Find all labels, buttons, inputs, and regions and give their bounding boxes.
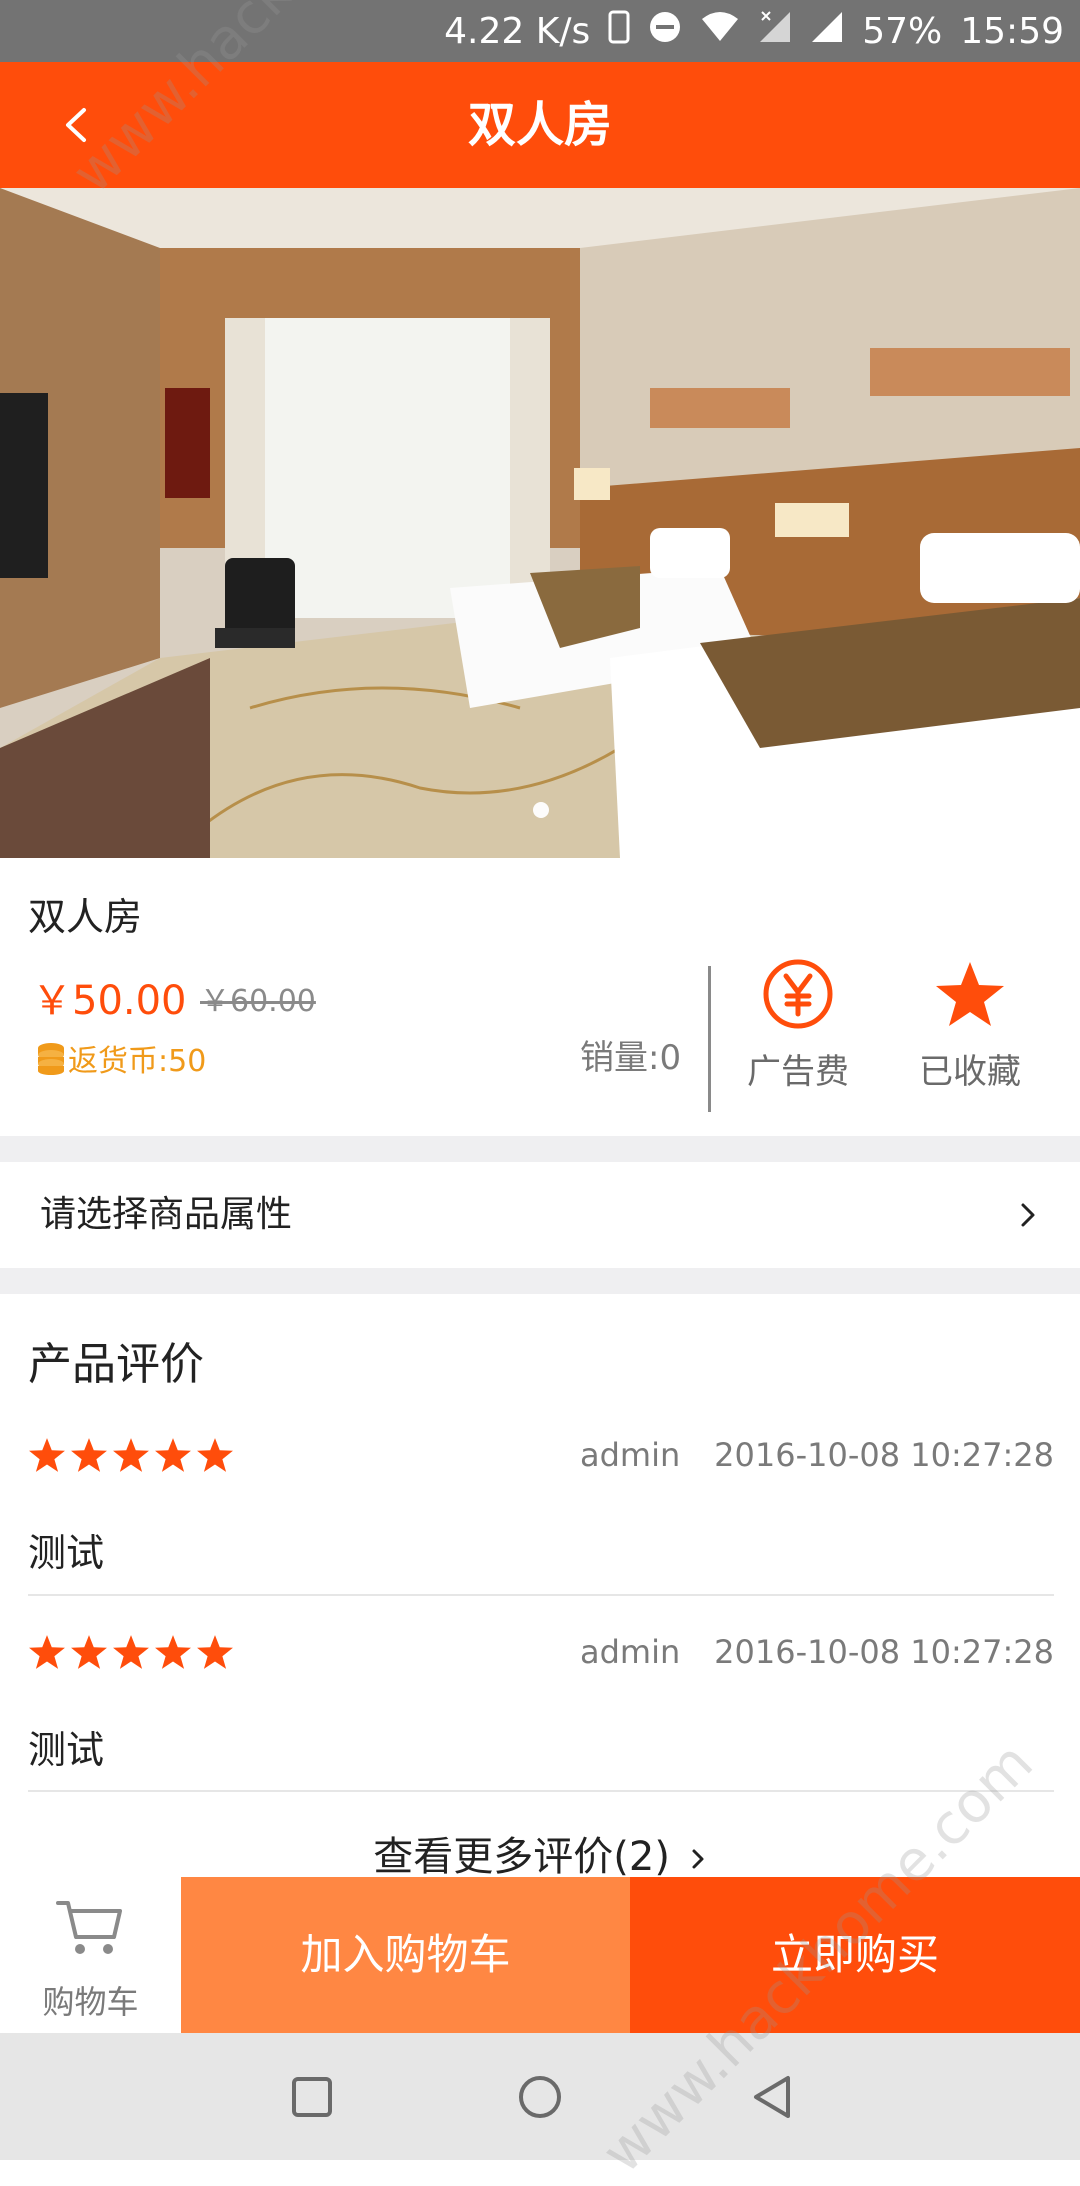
cart-icon — [56, 1901, 122, 1954]
reviews-section: 产品评价 admin 2016-10-08 10:27:28 测试 admin … — [0, 1294, 1080, 1880]
chevron-right-icon — [692, 1849, 704, 1869]
review-item: admin 2016-10-08 10:27:28 测试 — [0, 1414, 1080, 1610]
star-icon — [113, 1438, 149, 1472]
favorite-label: 已收藏 — [919, 1052, 1021, 1092]
section-gap — [0, 1136, 1080, 1162]
add-to-cart-button[interactable]: 加入购物车 — [181, 1877, 630, 2033]
bottom-action-bar: 购物车 加入购物车 立即购买 — [0, 1877, 1080, 2033]
battery-level: 57% — [862, 10, 943, 52]
divider — [28, 1594, 1054, 1596]
star-icon — [936, 962, 1004, 1026]
coin-reward-text: 返货币:50 — [68, 1044, 207, 1079]
star-icon — [155, 1438, 191, 1472]
reviews-title: 产品评价 — [28, 1339, 204, 1390]
star-icon — [197, 1438, 233, 1472]
view-more-reviews-link[interactable]: 查看更多评价(2) — [0, 1824, 1080, 1882]
dnd-icon — [648, 10, 682, 53]
recents-icon[interactable] — [290, 2075, 334, 2119]
top-app-bar: 双人房 — [0, 62, 1080, 188]
star-icon — [29, 1635, 65, 1669]
sales-count: 销量:0 — [580, 1038, 682, 1078]
star-icon — [197, 1635, 233, 1669]
review-text: 测试 — [28, 1531, 105, 1575]
review-date: 2016-10-08 10:27:28 — [714, 1633, 1054, 1671]
signal-x-icon — [758, 10, 792, 53]
yuan-icon — [763, 959, 833, 1029]
review-rating — [28, 1633, 234, 1671]
signal-icon — [810, 10, 844, 53]
ad-fee-label: 广告费 — [747, 1052, 849, 1092]
vertical-divider — [708, 966, 711, 1112]
original-price: ￥60.00 — [200, 984, 316, 1019]
back-icon[interactable] — [750, 2074, 794, 2120]
phone-icon — [608, 10, 630, 53]
attribute-selector-row[interactable]: 请选择商品属性 — [0, 1162, 1080, 1268]
system-nav-bar — [0, 2033, 1080, 2160]
review-user: admin — [580, 1436, 681, 1474]
section-gap — [0, 1268, 1080, 1294]
product-name: 双人房 — [28, 895, 143, 939]
carousel-indicator-dot — [533, 802, 549, 818]
review-user: admin — [580, 1633, 681, 1671]
review-text: 测试 — [28, 1728, 105, 1772]
review-rating — [28, 1436, 234, 1474]
chevron-right-icon — [1021, 1203, 1035, 1227]
star-icon — [71, 1438, 107, 1472]
clock: 15:59 — [960, 10, 1064, 52]
attribute-selector-label: 请选择商品属性 — [40, 1194, 293, 1235]
page-title: 双人房 — [467, 97, 612, 153]
product-info-section: 双人房 ￥50.00 ￥60.00 返货币:50 销量:0 广告费 已收藏 — [0, 858, 1080, 1136]
star-icon — [155, 1635, 191, 1669]
coin-reward: 返货币:50 — [36, 1036, 206, 1080]
product-price: ￥50.00 — [32, 978, 187, 1024]
cart-label: 购物车 — [42, 1983, 139, 2021]
star-icon — [113, 1635, 149, 1669]
cart-button[interactable]: 购物车 — [0, 1877, 181, 2033]
wifi-icon — [700, 11, 740, 52]
review-item: admin 2016-10-08 10:27:28 测试 — [0, 1611, 1080, 1807]
home-icon[interactable] — [517, 2074, 563, 2120]
review-date: 2016-10-08 10:27:28 — [714, 1436, 1054, 1474]
hotel-room-photo — [0, 188, 1080, 858]
coin-icon — [38, 1043, 64, 1075]
status-bar: 4.22 K/s 57% 15:59 — [0, 0, 1080, 62]
network-speed: 4.22 K/s — [444, 10, 591, 52]
divider — [28, 1790, 1054, 1792]
star-icon — [71, 1635, 107, 1669]
buy-now-button[interactable]: 立即购买 — [630, 1877, 1080, 2033]
star-icon — [29, 1438, 65, 1472]
ad-fee-button[interactable]: 广告费 — [713, 958, 883, 1093]
view-more-reviews-label: 查看更多评价(2) — [373, 1834, 670, 1880]
product-image-carousel[interactable] — [0, 188, 1080, 858]
favorite-button[interactable]: 已收藏 — [885, 958, 1055, 1093]
